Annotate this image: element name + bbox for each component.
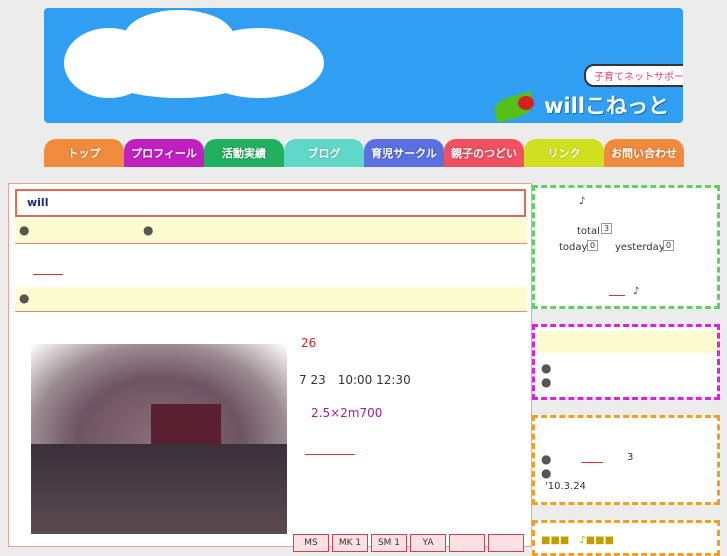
cloud-shape — [104, 53, 254, 98]
page-title: will — [27, 196, 49, 209]
event-time: 7 23 10:00 12:30 — [299, 373, 411, 387]
bottom-box: ■■■ ♪■■■ — [532, 520, 720, 556]
bullet-icon: ● — [19, 223, 30, 237]
event-number: 26 — [301, 336, 317, 350]
bullet-icon: ● — [541, 452, 552, 466]
nav-gathering[interactable]: 親子のつどい — [444, 139, 524, 167]
bullet-icon: ● — [541, 361, 552, 375]
nav-activities[interactable]: 活動実績 — [204, 139, 284, 167]
link-underline[interactable] — [305, 454, 355, 455]
main-content: will ● ● ● 26 7 23 10:00 12:30 2.5×2m700… — [8, 183, 532, 552]
tab-ya[interactable]: YA — [410, 534, 446, 552]
tab-mk1[interactable]: MK 1 — [332, 534, 368, 552]
total-label: total — [577, 226, 600, 237]
link-underline[interactable] — [33, 274, 63, 275]
yesterday-value: 0 — [663, 240, 675, 251]
main-nav: トップ プロフィール 活動実績 ブログ 育児サークル 親子のつどい リンク お問… — [44, 139, 684, 167]
page-title-box: will — [15, 189, 526, 217]
news-count: 3 — [627, 452, 634, 463]
today-label: today — [559, 242, 588, 253]
link-underline[interactable] — [609, 295, 625, 296]
menu-box: ● ● — [532, 324, 720, 400]
tab-row: MS MK 1 SM 1 YA — [293, 534, 524, 552]
note-icon: ♪ — [633, 286, 640, 297]
nav-profile[interactable]: プロフィール — [124, 139, 204, 167]
news-date: '10.3.24 — [545, 481, 586, 492]
counter-box: ♪ total 3 today 0 yesterday 0 ♪ — [532, 185, 720, 309]
news-box: ● 3 ● '10.3.24 — [532, 415, 720, 505]
nav-top[interactable]: トップ — [44, 139, 124, 167]
tab-sm1[interactable]: SM 1 — [371, 534, 407, 552]
info-bar: ● — [15, 287, 527, 312]
bottom-marks: ■■■ ♪■■■ — [541, 535, 615, 546]
nav-blog[interactable]: ブログ — [284, 139, 364, 167]
crowd — [31, 444, 287, 534]
bullet-icon: ● — [541, 375, 552, 389]
today-value: 0 — [587, 240, 599, 251]
tab-blank[interactable] — [488, 534, 524, 552]
nav-circle[interactable]: 育児サークル — [364, 139, 444, 167]
stage — [151, 404, 221, 444]
site-header: 子育てネットサポート willこねっと — [44, 8, 683, 123]
link-underline[interactable] — [581, 462, 603, 463]
bullet-icon: ● — [541, 466, 552, 480]
bullet-icon: ● — [143, 223, 154, 237]
site-logo[interactable]: willこねっと — [544, 90, 669, 120]
nav-contact[interactable]: お問い合わせ — [604, 139, 684, 167]
event-photo — [31, 344, 287, 534]
yesterday-label: yesterday — [615, 242, 665, 253]
event-size: 2.5×2m700 — [311, 406, 383, 420]
ladybug-icon — [518, 96, 534, 110]
total-value: 3 — [601, 223, 613, 234]
bullet-icon: ● — [19, 291, 30, 305]
note-icon: ♪ — [579, 196, 586, 207]
info-bar: ● ● — [15, 219, 527, 244]
nav-links[interactable]: リンク — [524, 139, 604, 167]
site-tagline: 子育てネットサポート — [584, 64, 683, 87]
menu-box-header — [535, 331, 717, 353]
tab-ms[interactable]: MS — [293, 534, 329, 552]
tab-blank[interactable] — [449, 534, 485, 552]
